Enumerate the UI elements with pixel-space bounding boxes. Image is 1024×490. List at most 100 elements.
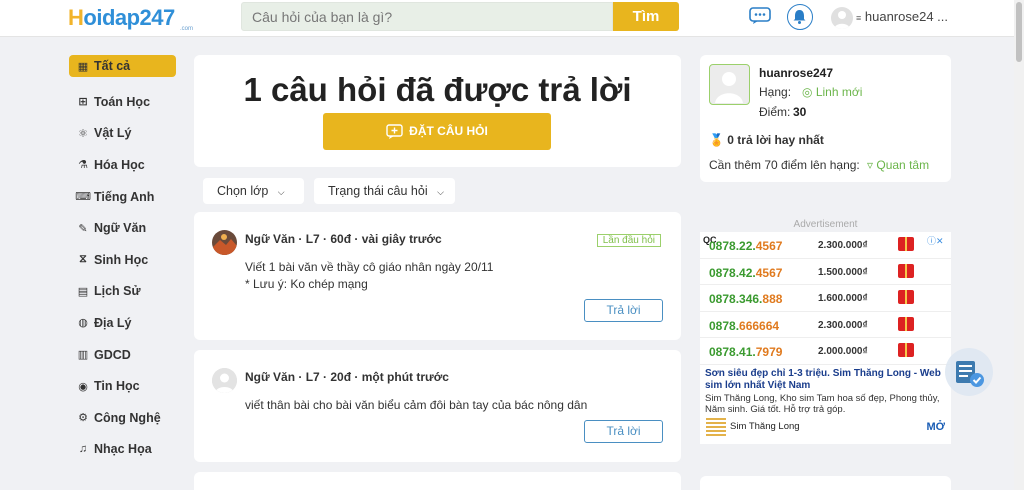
- question-card[interactable]: Ngữ Văn · L7 · 60đ · vài giây trước Lần …: [194, 212, 681, 340]
- follow-text: Quan tâm: [876, 158, 930, 172]
- rank-label: Hạng:: [759, 85, 792, 99]
- search-input[interactable]: Câu hỏi của bạn là gì?: [241, 2, 613, 31]
- follow-link[interactable]: ▿ Quan tâm: [867, 158, 929, 172]
- question-card[interactable]: Ngữ Văn · L7 · 20đ · một phút trước viết…: [194, 350, 681, 462]
- question-card[interactable]: [194, 472, 681, 490]
- profile-card: huanrose247 Hạng: ◎ Linh mới Điểm: 30 🏅 …: [700, 55, 951, 182]
- sidebar-item[interactable]: ▥ GDCD: [69, 339, 176, 371]
- sidebar-item-label: Tất cả: [94, 59, 131, 73]
- scroll-icon: ▤: [77, 285, 89, 298]
- search-button[interactable]: Tìm: [613, 2, 679, 31]
- bell-icon[interactable]: [787, 4, 813, 30]
- chevron-down-icon: ⌵: [277, 187, 285, 197]
- ad-sim-row[interactable]: 0878.666664 2.300.000₫: [700, 312, 951, 338]
- sim-number: 0878.22.4567: [709, 239, 782, 253]
- best-answers-text: 0 trả lời hay nhất: [727, 133, 824, 147]
- sim-price: 1.600.000₫: [818, 293, 868, 304]
- status-filter[interactable]: Trạng thái câu hỏi ⌵: [314, 178, 455, 204]
- asker-avatar[interactable]: [212, 230, 237, 255]
- logo-domain: .com: [180, 26, 194, 32]
- ad-sim-row[interactable]: 0878.22.4567 2.300.000₫: [700, 232, 951, 259]
- logo-h: H: [68, 5, 84, 30]
- ad-open-button[interactable]: MỞ: [926, 421, 945, 433]
- sidebar-item[interactable]: ⧖ Sinh Học: [69, 244, 176, 276]
- answer-button[interactable]: Trả lời: [584, 299, 663, 322]
- sidebar-item[interactable]: ⊞ Toán Học: [69, 86, 176, 118]
- sidebar-item-label: Vật Lý: [94, 126, 132, 141]
- ad-brand-logo: [706, 418, 726, 438]
- sidebar-item-label: Địa Lý: [94, 315, 132, 330]
- chevron-down-icon: ≡: [856, 13, 862, 23]
- gift-icon: [898, 343, 914, 357]
- grade-filter-label: Chọn lớp: [217, 184, 269, 198]
- main-content: 1 câu hỏi đã được trả lời ĐẶT CÂU HỎI Ch…: [194, 55, 681, 490]
- sidebar-item[interactable]: ▤ Lịch Sử: [69, 276, 176, 308]
- sidebar-item[interactable]: ✎ Ngữ Văn: [69, 212, 176, 244]
- ad-title[interactable]: Sơn siêu đẹp chỉ 1-3 triệu. Sim Thăng Lo…: [705, 368, 948, 392]
- sidebar-item-label: Hóa Học: [94, 157, 145, 172]
- computer-icon: ◉: [78, 380, 88, 393]
- gear-icon: ⚙: [78, 412, 88, 425]
- music-icon: ♫: [78, 443, 88, 456]
- sidebar-item[interactable]: ♫ Nhạc Họa: [69, 434, 176, 466]
- sim-price: 2.300.000₫: [818, 240, 868, 251]
- grade-filter[interactable]: Chọn lớp ⌵: [203, 178, 304, 204]
- question-meta: Ngữ Văn · L7 · 20đ · một phút trước: [245, 370, 449, 384]
- sim-number-suffix: 4567: [755, 239, 783, 253]
- sim-number: 0878.666664: [709, 319, 779, 333]
- advertisement[interactable]: QC ⓘ✕ Sơn siêu đẹp chỉ 1-3 triệu. Sim Th…: [700, 232, 951, 444]
- sim-number: 0878.42.4567: [709, 266, 782, 280]
- top-header: Hoidap247 .com Câu hỏi của bạn là gì? Tì…: [0, 0, 1024, 37]
- sim-price: 2.300.000₫: [818, 319, 868, 331]
- floating-task-button[interactable]: [945, 348, 993, 396]
- asker-avatar[interactable]: [212, 368, 237, 393]
- question-text[interactable]: Viết 1 bài văn về thầy cô giáo nhân ngày…: [245, 259, 493, 293]
- ad-sim-row[interactable]: 0878.346.888 1.600.000₫: [700, 285, 951, 312]
- question-text[interactable]: viết thân bài cho bài văn biểu cảm đôi b…: [245, 397, 587, 414]
- points-needed: Cần thêm 70 điểm lên hạng:: [709, 158, 860, 172]
- rank-text: Linh mới: [815, 85, 863, 99]
- sidebar-item[interactable]: ◉ Tin Học: [69, 370, 176, 402]
- ask-question-button[interactable]: ĐẶT CÂU HỎI: [323, 113, 551, 150]
- scrollbar[interactable]: [1014, 0, 1024, 490]
- gift-icon: [898, 263, 914, 278]
- question-line: * Lưu ý: Ko chép mạng: [245, 277, 368, 291]
- answer-button[interactable]: Trả lời: [584, 420, 663, 443]
- question-line: viết thân bài cho bài văn biểu cảm đôi b…: [245, 398, 588, 412]
- book-icon: ▥: [77, 349, 89, 362]
- points-label: Điểm:: [759, 105, 791, 119]
- gift-icon: [898, 290, 914, 304]
- sim-number-prefix: 0878.22.: [709, 239, 756, 253]
- sidebar-item[interactable]: ⌨ Tiếng Anh: [69, 181, 176, 213]
- sidebar-item[interactable]: ◍ Địa Lý: [69, 307, 176, 339]
- pen-icon: ✎: [78, 222, 88, 235]
- ad-description: Sim Thăng Long, Kho sim Tam hoa số đẹp, …: [705, 393, 940, 415]
- sim-number-prefix: 0878.: [709, 318, 740, 333]
- sim-number-prefix: 0878.346.: [709, 292, 763, 306]
- ad-sim-row[interactable]: 0878.41.7979 2.000.000₫: [700, 338, 951, 365]
- sidebar-item-label: Tin Học: [94, 379, 140, 394]
- chevron-down-icon: ⌵: [437, 187, 444, 197]
- gift-icon: [898, 316, 914, 331]
- question-meta: Ngữ Văn · L7 · 60đ · vài giây trước: [245, 232, 442, 246]
- sim-number-suffix: 888: [762, 292, 783, 306]
- ad-sim-row[interactable]: 0878.42.4567 1.500.000₫: [700, 259, 951, 285]
- best-answers: 🏅 0 trả lời hay nhất: [709, 133, 824, 147]
- calculator-icon: ⊞: [78, 96, 88, 109]
- sidebar-item-label: Lịch Sử: [94, 284, 141, 299]
- scrollbar-thumb[interactable]: [1016, 2, 1022, 62]
- sidebar-item[interactable]: ⚗ Hóa Học: [69, 149, 176, 181]
- profile-avatar[interactable]: [709, 64, 750, 105]
- sidebar-item[interactable]: ⚙ Công Nghệ: [69, 402, 176, 434]
- site-logo[interactable]: Hoidap247: [68, 5, 175, 31]
- sidebar-item-label: Sinh Học: [94, 252, 149, 267]
- profile-name[interactable]: huanrose247: [759, 66, 833, 80]
- sidebar-item[interactable]: ⚛ Vật Lý: [69, 118, 176, 150]
- page-title: 1 câu hỏi đã được trả lời: [243, 71, 632, 108]
- sidebar-item[interactable]: ▦ Tất cả: [69, 55, 176, 77]
- chat-icon[interactable]: [749, 7, 771, 25]
- sidebar-item-label: Tiếng Anh: [94, 189, 155, 204]
- language-icon: ⌨: [75, 191, 91, 204]
- user-avatar[interactable]: [831, 7, 853, 29]
- user-menu[interactable]: ≡ huanrose24 ...: [856, 9, 948, 24]
